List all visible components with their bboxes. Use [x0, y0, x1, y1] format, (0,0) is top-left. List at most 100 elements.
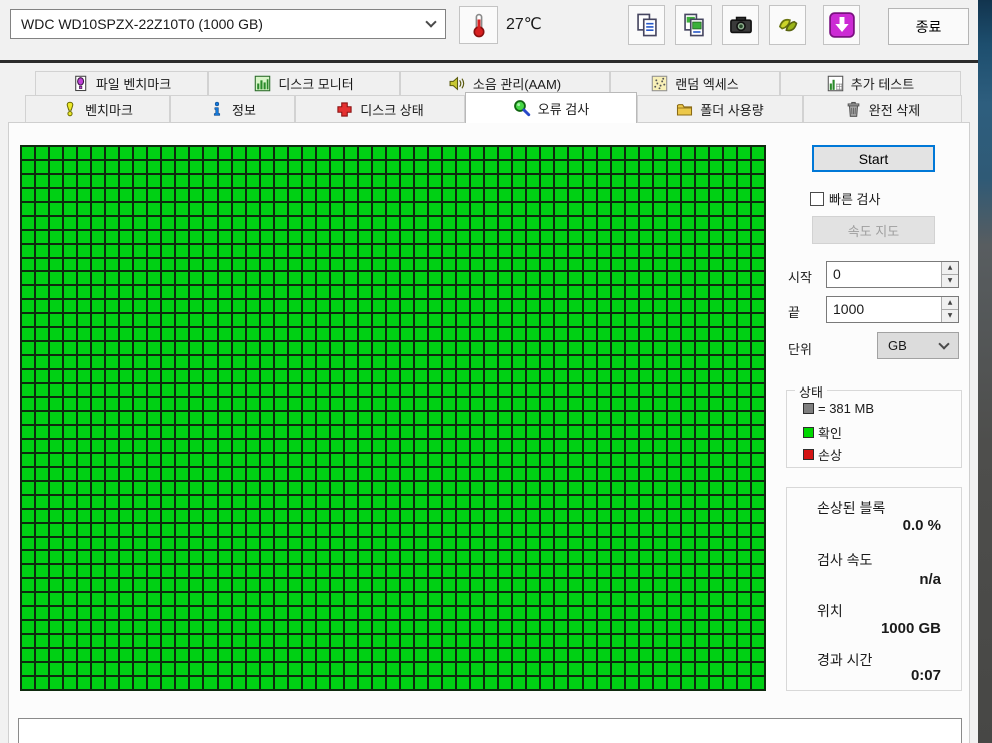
scan-block [513, 440, 525, 452]
scan-block [92, 189, 104, 201]
scan-block [429, 175, 441, 187]
tab-disk-monitor[interactable]: 디스크 모니터 [208, 71, 400, 96]
scan-block [429, 398, 441, 410]
scan-block [654, 565, 666, 577]
scan-block [724, 314, 736, 326]
scan-block [513, 398, 525, 410]
scan-block [612, 300, 624, 312]
scan-block [64, 538, 76, 550]
tab-info[interactable]: 정보 [170, 95, 295, 123]
spin-down-icon[interactable]: ▼ [942, 275, 958, 287]
scan-block [499, 342, 511, 354]
scan-block [541, 259, 553, 271]
scan-block [415, 259, 427, 271]
scan-block [120, 189, 132, 201]
scan-block [654, 161, 666, 173]
copy-text-button[interactable] [628, 5, 665, 45]
spin-up-icon[interactable]: ▲ [942, 262, 958, 275]
scan-block [471, 454, 483, 466]
scan-block [78, 147, 90, 159]
scan-block [176, 510, 188, 522]
scan-block [134, 663, 146, 675]
scan-block [148, 272, 160, 284]
temperature-button[interactable] [459, 6, 498, 44]
scan-block [710, 286, 722, 298]
scan-block [443, 328, 455, 340]
scan-block [710, 565, 722, 577]
scan-block [682, 300, 694, 312]
scan-block [640, 677, 652, 689]
scan-block [555, 412, 567, 424]
scan-block [752, 468, 764, 480]
spin-down-icon[interactable]: ▼ [942, 310, 958, 322]
scan-block [471, 565, 483, 577]
start-field[interactable]: 0 ▲▼ [826, 261, 959, 288]
scan-block [275, 565, 287, 577]
scan-block [429, 147, 441, 159]
scan-block [190, 663, 202, 675]
scan-block [724, 398, 736, 410]
exit-button[interactable]: 종료 [888, 8, 969, 45]
scan-block [443, 161, 455, 173]
scan-block [204, 356, 216, 368]
scan-block [752, 635, 764, 647]
start-scan-button[interactable]: Start [812, 145, 935, 172]
tab-error-scan[interactable]: 오류 검사 [465, 92, 637, 123]
scan-block [387, 677, 399, 689]
log-listbox[interactable] [18, 718, 962, 743]
scan-block [36, 663, 48, 675]
scan-block [261, 440, 273, 452]
scan-block [64, 412, 76, 424]
tab-extra-tests[interactable]: 추가 테스트 [780, 71, 961, 96]
tab-folder-usage[interactable]: 폴더 사용량 [637, 95, 803, 123]
download-button[interactable] [823, 5, 860, 45]
scan-block [569, 300, 581, 312]
tab-benchmark[interactable]: 벤치마크 [25, 95, 170, 123]
scan-block [724, 677, 736, 689]
scan-block [78, 286, 90, 298]
scan-block [429, 663, 441, 675]
end-field-spinner[interactable]: ▲▼ [941, 297, 958, 322]
scan-block [275, 314, 287, 326]
tab-label: 정보 [232, 100, 256, 119]
scan-block [176, 203, 188, 215]
copy-image-button[interactable] [675, 5, 712, 45]
scan-block [682, 175, 694, 187]
tab-file-benchmark[interactable]: 파일 벤치마크 [35, 71, 208, 96]
device-selector[interactable]: WDC WD10SPZX-22Z10T0 (1000 GB) [10, 9, 446, 39]
start-field-spinner[interactable]: ▲▼ [941, 262, 958, 287]
scan-block [443, 147, 455, 159]
scan-block [668, 370, 680, 382]
end-field[interactable]: 1000 ▲▼ [826, 296, 959, 323]
scan-block [50, 231, 62, 243]
scan-block [92, 593, 104, 605]
speed-map-button[interactable]: 속도 지도 [812, 216, 935, 244]
scan-block [134, 454, 146, 466]
tab-disk-health[interactable]: 디스크 상태 [295, 95, 465, 123]
scan-block [401, 551, 413, 563]
scan-block [204, 635, 216, 647]
scan-block [64, 565, 76, 577]
scan-block [50, 370, 62, 382]
scan-block [752, 579, 764, 591]
scan-block [275, 231, 287, 243]
tab-secure-erase[interactable]: 완전 삭제 [803, 95, 962, 123]
unit-selector[interactable]: GB [877, 332, 959, 359]
scan-block [190, 593, 202, 605]
spin-up-icon[interactable]: ▲ [942, 297, 958, 310]
scan-block [598, 551, 610, 563]
screenshot-button[interactable] [722, 5, 759, 45]
scan-block [682, 384, 694, 396]
options-button[interactable] [769, 5, 806, 45]
scan-block [289, 328, 301, 340]
scan-block [204, 649, 216, 661]
scan-block [752, 203, 764, 215]
scan-block [499, 259, 511, 271]
quick-scan-checkbox[interactable] [810, 192, 824, 206]
scan-block [499, 538, 511, 550]
scan-block [752, 175, 764, 187]
scan-block [541, 593, 553, 605]
scan-block [78, 593, 90, 605]
scan-block [626, 300, 638, 312]
scan-block [485, 510, 497, 522]
